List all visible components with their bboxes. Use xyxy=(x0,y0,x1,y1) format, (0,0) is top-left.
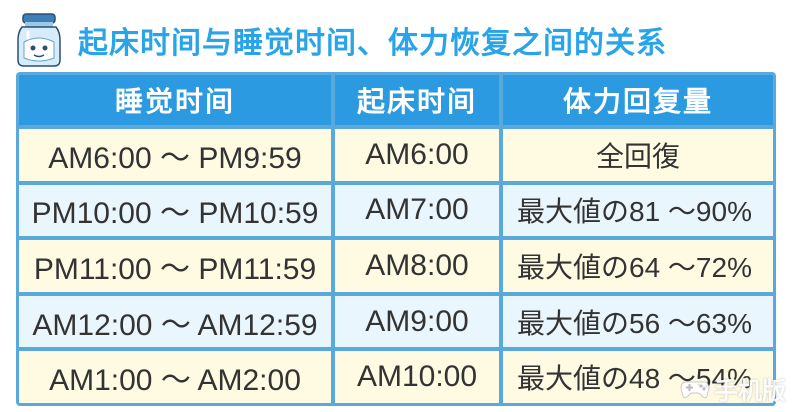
recovery-table: 睡觉时间 起床时间 体力回复量 AM6:00 ～ PM9:59 AM6:00 全… xyxy=(16,72,776,406)
table-cell-wake-time: AM7:00 xyxy=(335,184,499,237)
table-cell-recovery-amount: 最大値の56 ～63% xyxy=(503,295,773,348)
table-cell-wake-time: AM8:00 xyxy=(335,240,499,292)
header: 起床时间与睡觉时间、体力恢复之间的关系 xyxy=(10,10,790,68)
table-cell-sleep-time: AM12:00 ～ AM12:59 xyxy=(19,295,331,348)
page-title: 起床时间与睡觉时间、体力恢复之间的关系 xyxy=(78,26,667,61)
table-cell-wake-time: AM9:00 xyxy=(335,295,499,348)
table-cell-recovery-amount: 最大値の64 ～72% xyxy=(503,240,773,292)
column-header-sleep-time: 睡觉时间 xyxy=(19,75,331,125)
watermark: 手机版 xyxy=(680,371,786,406)
table-cell-wake-time: AM10:00 xyxy=(335,351,499,403)
column-header-wake-time: 起床时间 xyxy=(335,75,499,125)
table-cell-wake-time: AM6:00 xyxy=(335,129,499,181)
table-cell-sleep-time: PM11:00 ～ PM11:59 xyxy=(19,240,331,292)
watermark-text: 手机版 xyxy=(714,377,786,405)
recovery-table-grid: 睡觉时间 起床时间 体力回复量 AM6:00 ～ PM9:59 AM6:00 全… xyxy=(19,75,773,403)
column-header-recovery-amount: 体力回复量 xyxy=(503,75,773,125)
table-cell-recovery-amount: 最大値の81 ～90% xyxy=(503,184,773,237)
table-cell-sleep-time: PM10:00 ～ PM10:59 xyxy=(19,184,331,237)
milk-jar-icon xyxy=(17,13,61,67)
table-cell-sleep-time: AM6:00 ～ PM9:59 xyxy=(19,129,331,181)
table-cell-recovery-amount: 全回復 xyxy=(503,129,773,181)
gamepad-icon xyxy=(680,381,710,398)
table-cell-sleep-time: AM1:00 ～ AM2:00 xyxy=(19,351,331,403)
